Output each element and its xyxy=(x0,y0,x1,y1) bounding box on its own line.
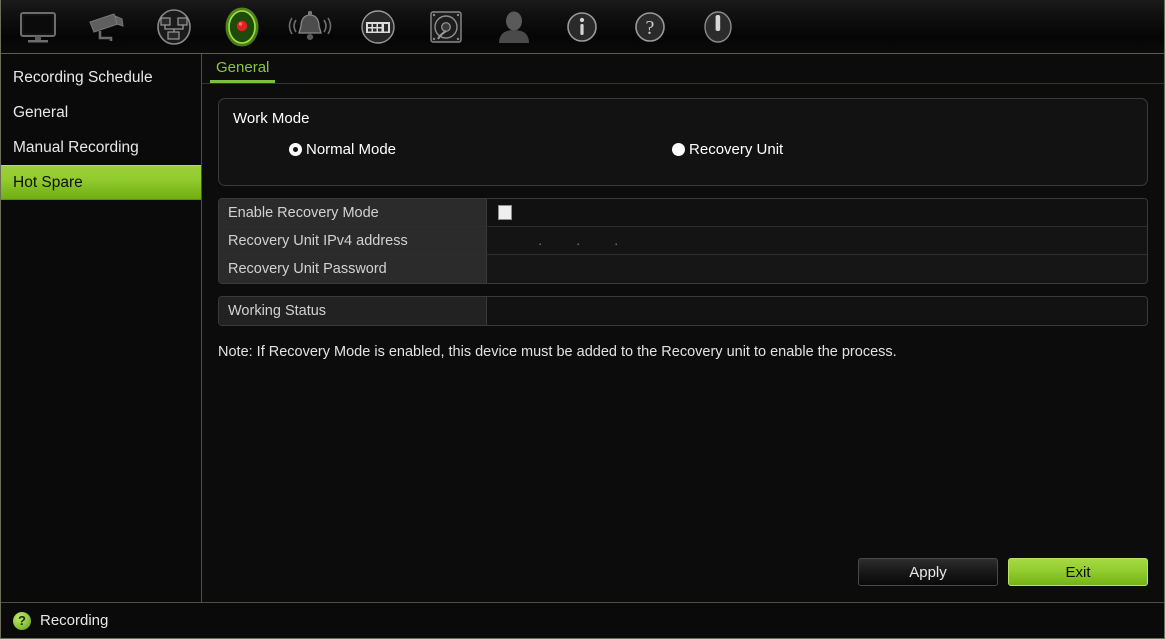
toolbar-item-network[interactable] xyxy=(145,4,203,50)
sidebar-item-general[interactable]: General xyxy=(1,95,201,130)
recovery-password-input[interactable] xyxy=(487,255,1147,283)
help-icon[interactable]: ? xyxy=(13,611,31,630)
alarm-bell-icon xyxy=(287,9,333,45)
sidebar-item-recording-schedule[interactable]: Recording Schedule xyxy=(1,60,201,95)
status-bar-text: Recording xyxy=(40,612,109,629)
work-mode-options: Normal Mode Recovery Unit xyxy=(233,141,1147,158)
recovery-note-text: Note: If Recovery Mode is enabled, this … xyxy=(218,344,897,360)
enable-recovery-mode-checkbox[interactable] xyxy=(498,205,512,220)
ip-octet-3-dot: . xyxy=(614,233,618,248)
toolbar-item-recording[interactable] xyxy=(213,4,271,50)
info-icon xyxy=(563,8,601,46)
settings-pane: Work Mode Normal Mode Recovery Unit Enab… xyxy=(202,84,1164,360)
user-icon xyxy=(495,9,533,45)
record-icon xyxy=(220,6,264,48)
sidebar-menu: Recording Schedule General Manual Record… xyxy=(1,54,202,602)
recovery-settings-table: Enable Recovery Mode Recovery Unit IPv4 … xyxy=(218,198,1148,284)
row-working-status: Working Status xyxy=(219,297,1147,325)
toolbar-item-hdd[interactable] xyxy=(417,4,475,50)
sidebar-item-label: Recording Schedule xyxy=(13,69,153,86)
device-panel-icon xyxy=(357,9,399,45)
row-label: Working Status xyxy=(219,297,487,325)
status-bar: ? Recording xyxy=(1,602,1164,638)
tab-strip: General xyxy=(202,54,1164,84)
toolbar-item-device-settings[interactable] xyxy=(349,4,407,50)
work-mode-panel: Work Mode Normal Mode Recovery Unit xyxy=(218,98,1148,186)
sidebar-item-hot-spare[interactable]: Hot Spare xyxy=(1,165,201,200)
row-label: Recovery Unit IPv4 address xyxy=(219,227,487,254)
working-status-value xyxy=(487,297,1147,325)
row-label: Recovery Unit Password xyxy=(219,255,487,283)
toolbar-item-user[interactable] xyxy=(485,4,543,50)
ip-octet-1-dot: . xyxy=(538,233,542,248)
row-enable-recovery-mode: Enable Recovery Mode xyxy=(219,199,1147,227)
toolbar-item-playback[interactable] xyxy=(77,4,135,50)
sidebar-item-label: Manual Recording xyxy=(13,139,139,156)
monitor-icon xyxy=(18,10,58,44)
apply-button[interactable]: Apply xyxy=(858,558,998,586)
radio-recovery-unit[interactable]: Recovery Unit xyxy=(672,141,783,158)
hard-disk-icon xyxy=(427,8,465,46)
radio-normal-mode[interactable]: Normal Mode xyxy=(289,141,396,158)
power-icon xyxy=(699,8,737,46)
row-recovery-password: Recovery Unit Password xyxy=(219,255,1147,283)
radio-normal-mode-label: Normal Mode xyxy=(306,141,397,158)
recovery-ipv4-input[interactable]: ... xyxy=(498,233,618,248)
tab-general[interactable]: General xyxy=(210,59,276,83)
toolbar-item-help[interactable]: ? xyxy=(621,4,679,50)
help-question-icon: ? xyxy=(631,8,669,46)
ip-octet-2-dot: . xyxy=(576,233,580,248)
tab-label: General xyxy=(216,59,270,76)
radio-recovery-unit-label: Recovery Unit xyxy=(689,141,784,158)
main-toolbar: ? xyxy=(1,0,1164,54)
content-area: General Work Mode Normal Mode Recovery U… xyxy=(202,54,1164,602)
radio-recovery-unit-indicator xyxy=(672,143,686,156)
row-recovery-ipv4: Recovery Unit IPv4 address ... xyxy=(219,227,1147,255)
sidebar-item-manual-recording[interactable]: Manual Recording xyxy=(1,130,201,165)
working-status-table: Working Status xyxy=(218,296,1148,326)
toolbar-item-system-info[interactable] xyxy=(553,4,611,50)
row-label: Enable Recovery Mode xyxy=(219,199,487,226)
toolbar-item-shutdown[interactable] xyxy=(689,4,747,50)
svg-text:?: ? xyxy=(646,17,655,39)
row-field xyxy=(487,199,1147,226)
row-field: ... xyxy=(487,227,1147,254)
action-buttons: Apply Exit xyxy=(858,558,1148,586)
network-globe-icon xyxy=(153,8,195,46)
toolbar-item-alarm[interactable] xyxy=(281,4,339,50)
camera-icon xyxy=(84,10,128,44)
sidebar-item-label: Hot Spare xyxy=(13,174,83,191)
toolbar-item-live-view[interactable] xyxy=(9,4,67,50)
sidebar-item-label: General xyxy=(13,104,69,121)
dvr-window: ? Recording Schedule General Manual Reco… xyxy=(0,0,1165,639)
work-mode-title: Work Mode xyxy=(233,110,310,127)
exit-button[interactable]: Exit xyxy=(1008,558,1148,586)
radio-normal-mode-indicator xyxy=(289,143,302,156)
main-body: Recording Schedule General Manual Record… xyxy=(1,54,1164,602)
